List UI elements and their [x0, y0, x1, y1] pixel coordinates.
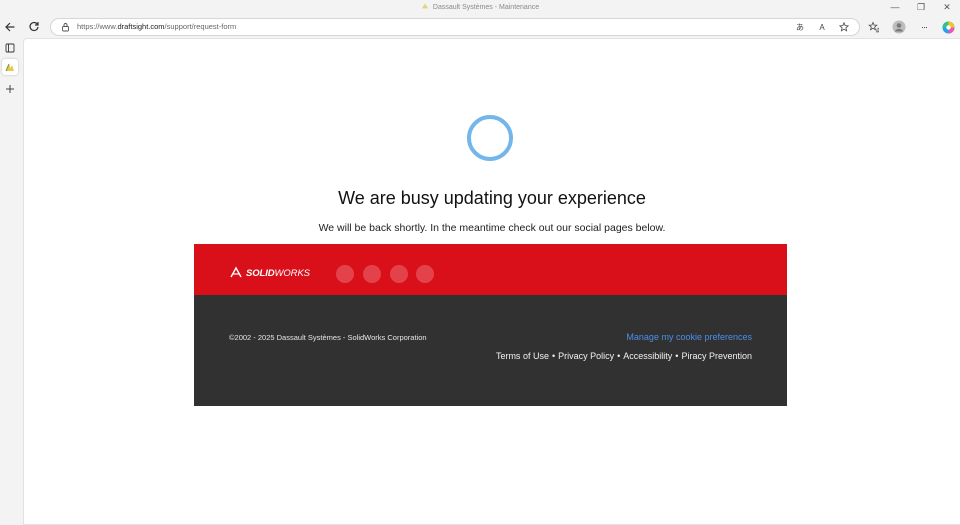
ds-favicon-icon — [421, 3, 429, 9]
legal-separator: • — [551, 351, 556, 361]
translate-icon[interactable]: あ — [794, 21, 806, 33]
solidworks-logo[interactable]: SOLIDWORKS — [229, 265, 310, 281]
legal-separator: • — [675, 351, 679, 361]
maintenance-subline: We will be back shortly. In the meantime… — [318, 222, 666, 234]
page-viewport: We are busy updating your experience We … — [23, 38, 960, 525]
back-button[interactable] — [1, 18, 19, 36]
restore-button[interactable]: ❐ — [908, 0, 934, 14]
footer-brand-bar: SOLIDWORKS — [194, 244, 787, 295]
favorite-star-icon[interactable] — [838, 21, 850, 33]
copilot-button[interactable] — [939, 18, 957, 36]
refresh-button[interactable] — [25, 18, 43, 36]
accessibility-link[interactable]: Accessibility — [623, 351, 672, 361]
more-icon[interactable]: ··· — [915, 18, 933, 36]
tab-actions-icon[interactable] — [2, 40, 18, 56]
window-titlebar: Dassault Systèmes - Maintenance — ❐ ✕ — [0, 0, 960, 16]
refresh-icon — [29, 21, 39, 32]
url-text[interactable]: https://www.draftsight.com/support/reque… — [77, 22, 236, 31]
address-bar[interactable]: https://www.draftsight.com/support/reque… — [50, 18, 860, 36]
lock-icon[interactable] — [61, 22, 70, 32]
window-title-text: Dassault Systèmes - Maintenance — [432, 4, 540, 11]
copilot-icon — [942, 21, 954, 33]
browser-toolbar: https://www.draftsight.com/support/reque… — [0, 16, 960, 38]
window-title: Dassault Systèmes - Maintenance — [0, 2, 960, 11]
cookie-preferences-link[interactable]: Manage my cookie preferences — [621, 332, 752, 342]
terms-of-use-link[interactable]: Terms of Use — [496, 351, 549, 361]
draftsight-tab-icon[interactable] — [2, 59, 18, 75]
maintenance-headline: We are busy updating your experience — [338, 188, 646, 208]
back-icon — [5, 22, 15, 32]
legal-links: Terms of Use • Privacy Policy • Accessibilit… — [496, 351, 752, 361]
close-button[interactable]: ✕ — [934, 0, 960, 14]
read-aloud-icon[interactable]: A — [816, 21, 828, 33]
window-controls: — ❐ ✕ — [882, 0, 960, 14]
new-tab-icon[interactable] — [2, 81, 18, 97]
url-path: /support/request-form — [164, 22, 237, 31]
site-footer: SOLIDWORKS ©2002 - 2025 Dassault Système… — [194, 244, 787, 406]
ds-logo-icon — [230, 266, 242, 278]
minimize-button[interactable]: — — [882, 0, 908, 14]
favorites-button[interactable] — [865, 18, 883, 36]
piracy-prevention-link[interactable]: Piracy Prevention — [681, 351, 752, 361]
url-host: draftsight.com — [117, 22, 165, 31]
social-link-2[interactable] — [363, 265, 381, 283]
solidworks-wordmark: SOLIDWORKS — [246, 268, 310, 279]
brand-prefix: SOLID — [246, 267, 275, 279]
profile-button[interactable] — [890, 18, 908, 36]
legal-separator: • — [617, 351, 621, 361]
vertical-tabs-sidebar — [0, 38, 22, 524]
social-link-1[interactable] — [336, 265, 354, 283]
copyright-text: ©2002 - 2025 Dassault Systèmes - SolidWo… — [229, 333, 427, 342]
social-link-3[interactable] — [390, 265, 408, 283]
cookie-preferences-label: Manage my cookie preferences — [626, 332, 752, 342]
loading-spinner — [467, 115, 513, 161]
url-scheme: https://www. — [77, 22, 118, 31]
footer-legal-area: ©2002 - 2025 Dassault Systèmes - SolidWo… — [194, 295, 787, 406]
privacy-policy-link[interactable]: Privacy Policy — [558, 351, 614, 361]
social-link-4[interactable] — [416, 265, 434, 283]
favorites-icon — [868, 21, 879, 33]
brand-suffix: WORKS — [274, 267, 310, 279]
profile-icon — [892, 20, 906, 34]
